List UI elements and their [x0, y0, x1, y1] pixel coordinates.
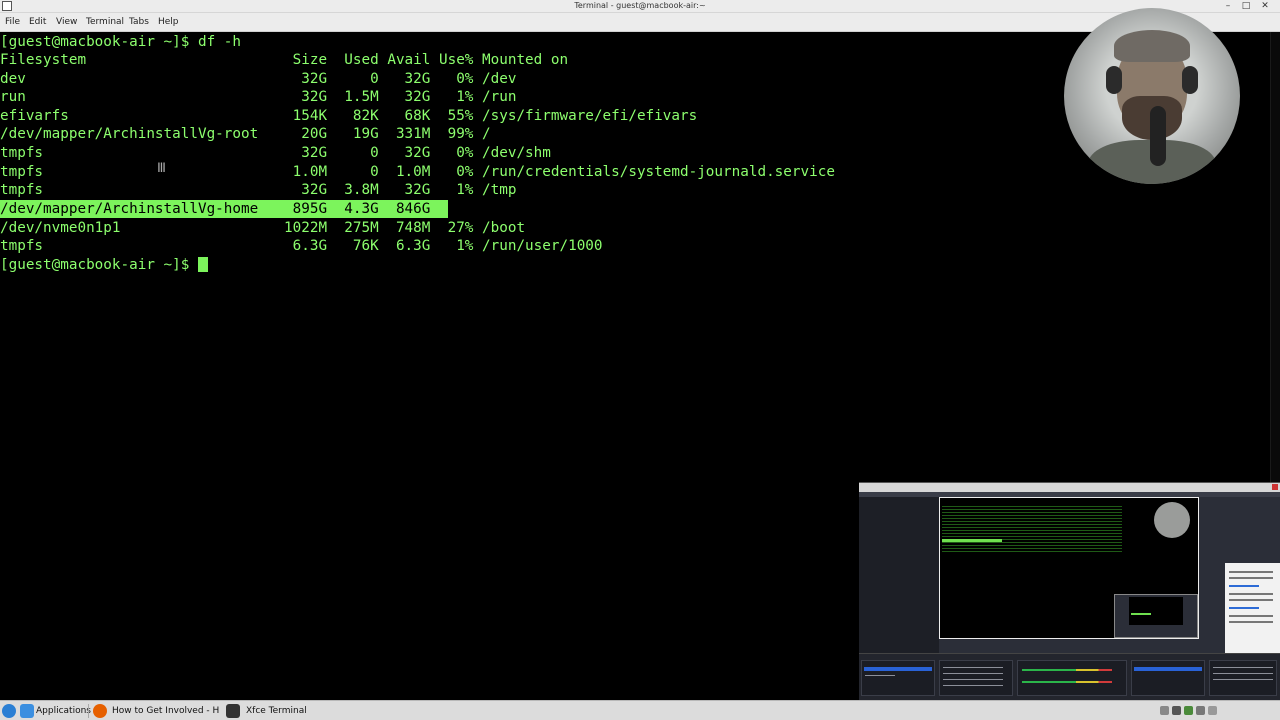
side-text-line [1229, 593, 1273, 595]
terminal-icon[interactable] [226, 704, 240, 718]
audio-meter [1022, 669, 1112, 671]
df-row: tmpfs 6.3G 76K 6.3G 1% /run/user/1000 [0, 238, 603, 254]
minimize-icon[interactable]: – [1221, 0, 1235, 12]
side-link-line [1229, 607, 1259, 609]
taskbar-terminal-task[interactable]: Xfce Terminal [246, 701, 307, 720]
source-item[interactable] [943, 673, 1003, 674]
transition-selected[interactable] [1134, 667, 1202, 671]
command-line: [guest@macbook-air ~]$ df -h [0, 34, 242, 50]
prompt-line: [guest@macbook-air ~]$ [0, 256, 208, 274]
notifications-icon[interactable] [1196, 706, 1205, 715]
mini-obs-preview [1114, 594, 1198, 638]
headset-icon [1106, 66, 1122, 94]
maximize-icon[interactable]: □ [1239, 0, 1253, 12]
side-text-line [1229, 615, 1273, 617]
df-row: run 32G 1.5M 32G 1% /run [0, 89, 517, 105]
text-cursor [197, 257, 208, 272]
obs-side-browser [1225, 563, 1280, 659]
mini-webcam [1154, 502, 1190, 538]
webcam-overlay [1064, 8, 1240, 184]
menu-bar: File Edit View Terminal Tabs Help [0, 13, 1280, 32]
menu-view[interactable]: View [56, 13, 77, 32]
obs-left-area [859, 497, 939, 653]
df-header: Filesystem Size Used Avail Use% Mounted … [0, 52, 569, 68]
audio-meter [1022, 681, 1112, 683]
df-row: tmpfs 1.0M 0 1.0M 0% /run/credentials/sy… [0, 164, 835, 180]
menu-help[interactable]: Help [158, 13, 179, 32]
mini-obs-highlight [1131, 613, 1151, 615]
clock-icon[interactable] [1208, 706, 1217, 715]
menu-terminal[interactable]: Terminal [86, 13, 124, 32]
applications-menu-icon[interactable] [20, 704, 34, 718]
obs-controls-panel[interactable] [1209, 660, 1277, 696]
taskbar-separator [88, 704, 89, 718]
control-button[interactable] [1213, 673, 1273, 674]
volume-icon[interactable] [1172, 706, 1181, 715]
mini-highlight [942, 539, 1002, 542]
source-item[interactable] [943, 685, 1003, 686]
obs-transitions-panel[interactable] [1131, 660, 1205, 696]
df-row: efivarfs 154K 82K 68K 55% /sys/firmware/… [0, 108, 698, 124]
obs-docks [859, 653, 1280, 702]
webcam-person-cap [1114, 30, 1190, 62]
close-icon[interactable]: ✕ [1258, 0, 1272, 12]
xfce-logo-icon[interactable] [2, 704, 16, 718]
side-text-line [1229, 599, 1273, 601]
taskbar: Applications How to Get Involved - Hit..… [0, 700, 1280, 720]
side-link-line [1229, 585, 1259, 587]
obs-audio-mixer[interactable] [1017, 660, 1127, 696]
mouse-ibeam-icon: Ⅲ [157, 161, 166, 176]
df-row: tmpfs 32G 0 32G 0% /dev/shm [0, 145, 551, 161]
prompt: [guest@macbook-air ~]$ [0, 257, 198, 273]
headset-icon [1182, 66, 1198, 94]
mini-terminal-preview [942, 504, 1122, 554]
battery-icon[interactable] [1184, 706, 1193, 715]
scene-selected[interactable] [864, 667, 932, 671]
df-row: /dev/nvme0n1p1 1022M 275M 748M 27% /boot [0, 220, 526, 236]
window-titlebar[interactable]: Terminal - guest@macbook-air:~ – □ ✕ [0, 0, 1280, 13]
obs-scenes-panel[interactable] [861, 660, 935, 696]
source-item[interactable] [943, 679, 1003, 680]
mini-obs-canvas [1129, 597, 1183, 625]
microphone-icon [1150, 106, 1166, 166]
control-button[interactable] [1213, 679, 1273, 680]
scene-item[interactable] [865, 675, 895, 676]
source-item[interactable] [943, 667, 1003, 668]
window-title: Terminal - guest@macbook-air:~ [574, 1, 706, 10]
side-text-line [1229, 621, 1273, 623]
df-row: /dev/mapper/ArchinstallVg-root 20G 19G 3… [0, 126, 491, 142]
df-row: dev 32G 0 32G 0% /dev [0, 71, 517, 87]
menu-edit[interactable]: Edit [29, 13, 46, 32]
control-button[interactable] [1213, 667, 1273, 668]
applications-menu[interactable]: Applications [36, 701, 91, 720]
df-row: tmpfs 32G 3.8M 32G 1% /tmp [0, 182, 517, 198]
obs-sources-panel[interactable] [939, 660, 1013, 696]
firefox-icon[interactable] [93, 704, 107, 718]
menu-file[interactable]: File [5, 13, 20, 32]
side-text-line [1229, 571, 1273, 573]
menu-tabs[interactable]: Tabs [129, 13, 149, 32]
obs-close-icon[interactable] [1272, 484, 1278, 490]
df-row-selected: /dev/mapper/ArchinstallVg-home 895G 4.3G… [0, 201, 526, 217]
network-icon[interactable] [1160, 706, 1169, 715]
obs-titlebar [859, 483, 1280, 492]
obs-window[interactable] [859, 482, 1280, 702]
obs-preview [939, 497, 1199, 639]
taskbar-firefox-task[interactable]: How to Get Involved - Hit... [112, 701, 220, 720]
side-text-line [1229, 577, 1273, 579]
